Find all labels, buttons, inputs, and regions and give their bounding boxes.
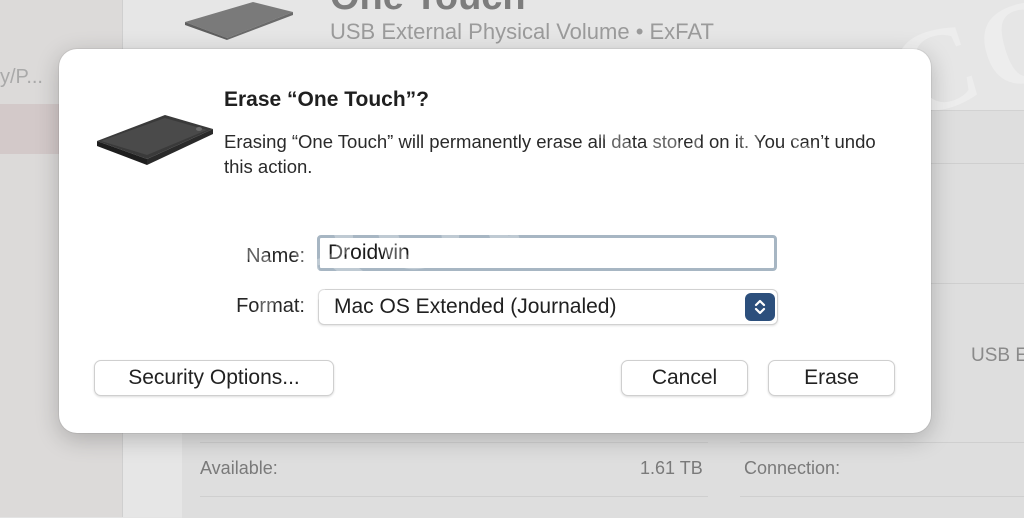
up-down-chevron-icon[interactable] <box>745 293 775 321</box>
cancel-button[interactable]: Cancel <box>621 360 748 396</box>
format-select[interactable]: Mac OS Extended (Journaled) <box>318 289 778 325</box>
background-drive-icon <box>185 2 293 40</box>
erase-button[interactable]: Erase <box>768 360 895 396</box>
divider <box>740 442 1024 443</box>
dialog-message: Erasing “One Touch” will permanently era… <box>224 131 876 177</box>
connection-value: USB E <box>971 345 1024 366</box>
format-label: Format: <box>236 295 305 317</box>
name-field[interactable] <box>317 235 777 271</box>
connection-label: Connection: <box>744 458 841 478</box>
available-label: Available: <box>200 458 278 478</box>
volume-subtitle: USB External Physical Volume • ExFAT <box>330 19 714 44</box>
divider <box>200 442 708 443</box>
divider <box>740 496 1024 497</box>
divider <box>200 496 708 497</box>
name-label: Name: <box>246 245 305 267</box>
external-drive-icon <box>97 115 213 165</box>
security-options-button[interactable]: Security Options... <box>94 360 334 396</box>
available-value: 1.61 TB <box>640 458 703 478</box>
dialog-title: Erase “One Touch”? <box>224 88 429 111</box>
sidebar-crumb: y/P... <box>0 66 43 88</box>
volume-title: One Touch <box>330 0 526 19</box>
format-value: Mac OS Extended (Journaled) <box>334 295 617 318</box>
erase-dialog: Erase “One Touch”? Erasing “One Touch” w… <box>59 49 931 433</box>
